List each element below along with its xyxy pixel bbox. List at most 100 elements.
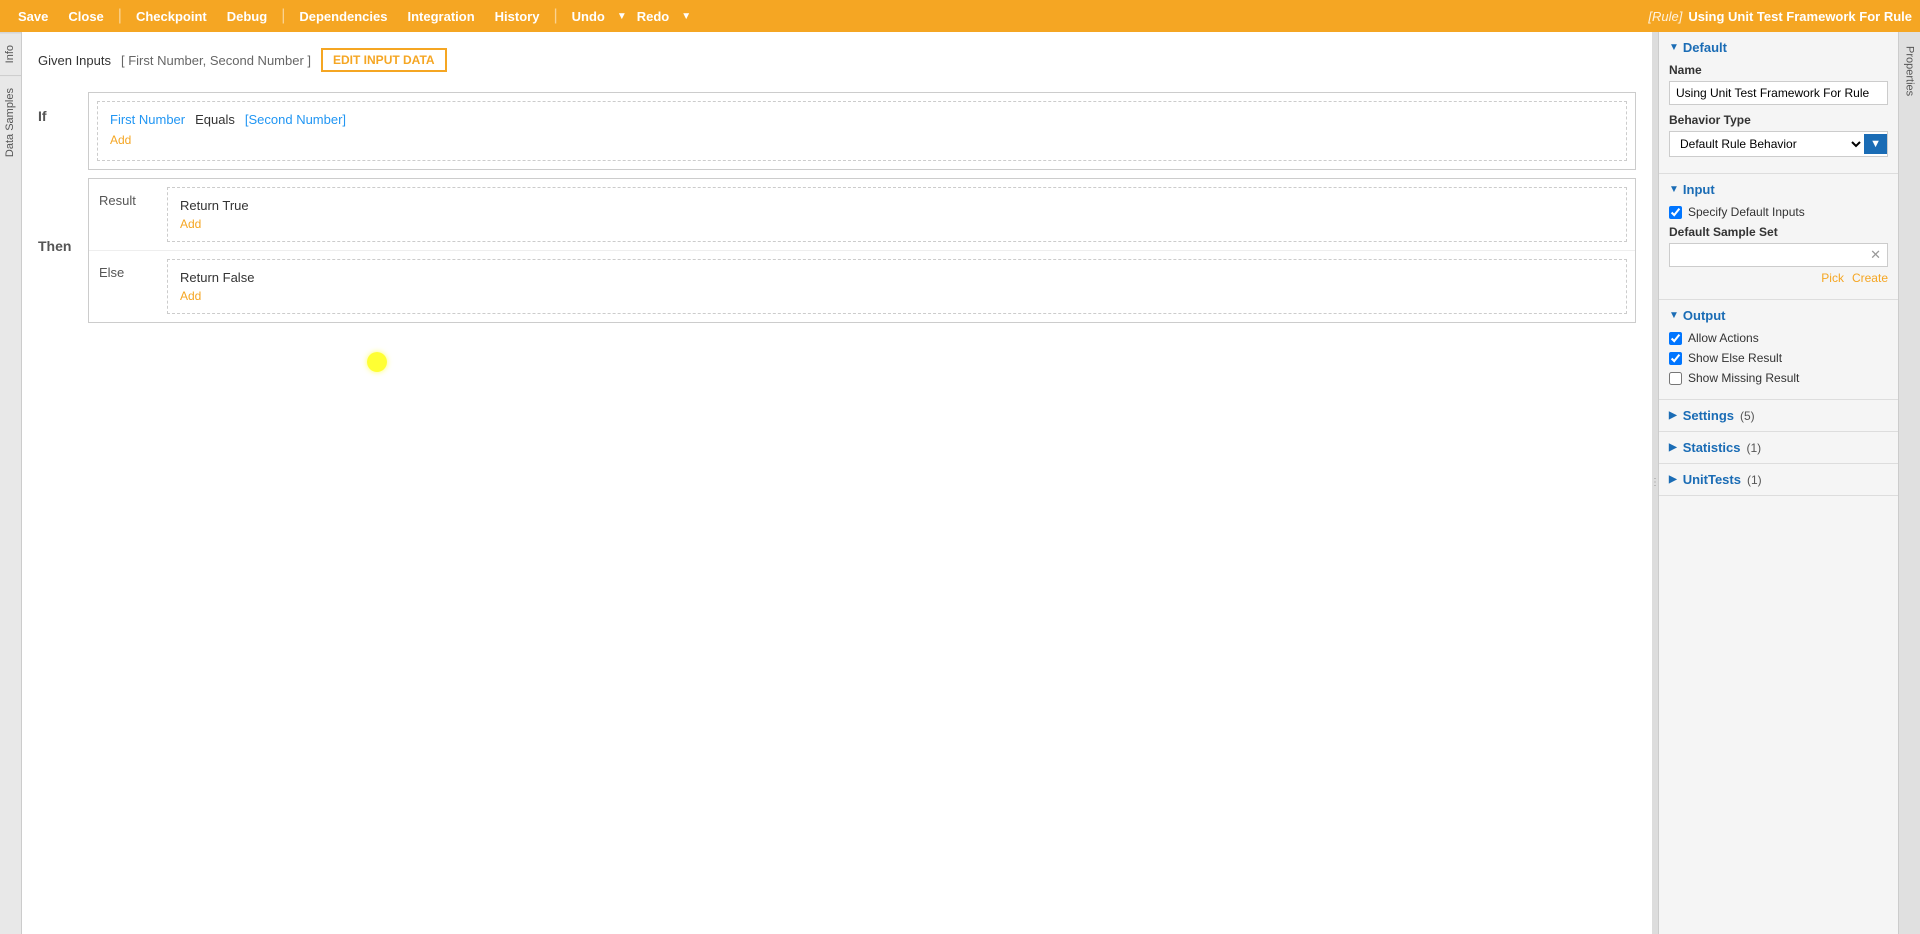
allow-actions-label: Allow Actions (1688, 331, 1759, 345)
given-inputs-values: [ First Number, Second Number ] (121, 53, 311, 68)
if-box-outer: First Number Equals [Second Number] Add (88, 92, 1636, 170)
output-section-header[interactable]: ▼ Output (1669, 308, 1888, 323)
statistics-title: Statistics (1683, 440, 1741, 455)
properties-tab-right: Properties (1898, 32, 1920, 934)
show-else-result-label: Show Else Result (1688, 351, 1782, 365)
checkpoint-button[interactable]: Checkpoint (126, 5, 217, 28)
allow-actions-row: Allow Actions (1669, 331, 1888, 345)
condition-field[interactable]: First Number (110, 112, 185, 127)
show-else-result-checkbox[interactable] (1669, 352, 1682, 365)
history-button[interactable]: History (485, 5, 550, 28)
undo-dropdown[interactable]: Undo ▼ (562, 5, 627, 28)
settings-arrow: ▶ (1669, 410, 1677, 421)
separator-3: | (549, 7, 561, 25)
create-link[interactable]: Create (1852, 271, 1888, 285)
add-result-link[interactable]: Add (180, 217, 1614, 231)
unit-tests-header[interactable]: ▶ UnitTests (1) (1669, 472, 1888, 487)
toolbar-rule-info: [Rule] Using Unit Test Framework For Rul… (1648, 9, 1912, 24)
result-row: Result Return True Add (89, 179, 1635, 251)
behavior-type-select[interactable]: Default Rule Behavior (1670, 132, 1864, 156)
close-button[interactable]: Close (58, 5, 113, 28)
name-input[interactable] (1669, 81, 1888, 105)
show-missing-result-row: Show Missing Result (1669, 371, 1888, 385)
rule-tag: [Rule] (1648, 9, 1682, 24)
main-layout: Info Data Samples Given Inputs [ First N… (0, 32, 1920, 934)
settings-count: (5) (1740, 409, 1755, 423)
unit-tests-section: ▶ UnitTests (1) (1659, 464, 1898, 496)
condition-row: First Number Equals [Second Number] (110, 112, 1614, 127)
result-inner: Return True Add (167, 187, 1627, 242)
specify-default-inputs-checkbox[interactable] (1669, 206, 1682, 219)
debug-button[interactable]: Debug (217, 5, 277, 28)
properties-tab[interactable]: Properties (1900, 32, 1920, 110)
rule-name: Using Unit Test Framework For Rule (1688, 9, 1912, 24)
default-section: ▼ Default Name Behavior Type Default Rul… (1659, 32, 1898, 174)
settings-header[interactable]: ▶ Settings (5) (1669, 408, 1888, 423)
then-right-box: Result Return True Add Else Return False… (88, 178, 1636, 323)
specify-default-inputs-row: Specify Default Inputs (1669, 205, 1888, 219)
input-section-header[interactable]: ▼ Input (1669, 182, 1888, 197)
dependencies-button[interactable]: Dependencies (289, 5, 397, 28)
name-label: Name (1669, 63, 1888, 77)
pick-link[interactable]: Pick (1821, 271, 1844, 285)
given-inputs-label: Given Inputs (38, 53, 111, 68)
statistics-arrow: ▶ (1669, 442, 1677, 453)
input-title: Input (1683, 182, 1715, 197)
if-box-inner: First Number Equals [Second Number] Add (97, 101, 1627, 161)
left-side-panel: Info Data Samples (0, 32, 22, 934)
separator-2: | (277, 7, 289, 25)
else-inner: Return False Add (167, 259, 1627, 314)
default-sample-set-label: Default Sample Set (1669, 225, 1888, 239)
specify-default-inputs-label: Specify Default Inputs (1688, 205, 1805, 219)
allow-actions-checkbox[interactable] (1669, 332, 1682, 345)
show-missing-result-label: Show Missing Result (1688, 371, 1799, 385)
input-arrow: ▼ (1669, 184, 1679, 195)
output-arrow: ▼ (1669, 310, 1679, 321)
result-value: Return True (180, 198, 1614, 213)
add-condition-link[interactable]: Add (110, 133, 1614, 147)
input-section: ▼ Input Specify Default Inputs Default S… (1659, 174, 1898, 300)
data-samples-tab[interactable]: Data Samples (0, 75, 21, 169)
show-else-result-row: Show Else Result (1669, 351, 1888, 365)
output-title: Output (1683, 308, 1726, 323)
given-inputs-bar: Given Inputs [ First Number, Second Numb… (38, 44, 1636, 76)
settings-title: Settings (1683, 408, 1734, 423)
redo-button[interactable]: Redo (627, 5, 680, 28)
info-tab[interactable]: Info (0, 32, 21, 75)
output-section: ▼ Output Allow Actions Show Else Result … (1659, 300, 1898, 400)
if-label: If (38, 92, 88, 124)
default-title: Default (1683, 40, 1727, 55)
default-section-header[interactable]: ▼ Default (1669, 40, 1888, 55)
unit-tests-arrow: ▶ (1669, 474, 1677, 485)
condition-operator[interactable]: Equals (195, 112, 235, 127)
behavior-type-select-wrap: Default Rule Behavior ▼ (1669, 131, 1888, 157)
canvas-area: Given Inputs [ First Number, Second Numb… (22, 32, 1652, 934)
behavior-type-arrow[interactable]: ▼ (1864, 134, 1887, 154)
undo-arrow[interactable]: ▼ (617, 11, 627, 22)
condition-value[interactable]: [Second Number] (245, 112, 346, 127)
then-section: Then Result Return True Add Else (38, 178, 1636, 323)
add-else-link[interactable]: Add (180, 289, 1614, 303)
statistics-header[interactable]: ▶ Statistics (1) (1669, 440, 1888, 455)
settings-section: ▶ Settings (5) (1659, 400, 1898, 432)
cursor (367, 352, 387, 372)
sample-set-input[interactable] (1670, 244, 1864, 266)
unit-tests-count: (1) (1747, 473, 1762, 487)
integration-button[interactable]: Integration (398, 5, 485, 28)
unit-tests-title: UnitTests (1683, 472, 1741, 487)
undo-button[interactable]: Undo (562, 5, 615, 28)
then-label: Then (38, 178, 88, 254)
show-missing-result-checkbox[interactable] (1669, 372, 1682, 385)
rule-content: If First Number Equals [Second Number] A… (38, 92, 1636, 323)
sample-set-clear[interactable]: ✕ (1864, 245, 1887, 265)
toolbar: Save Close | Checkpoint Debug | Dependen… (0, 0, 1920, 32)
save-button[interactable]: Save (8, 5, 58, 28)
sample-set-row: ✕ (1669, 243, 1888, 267)
statistics-section: ▶ Statistics (1) (1659, 432, 1898, 464)
behavior-type-label: Behavior Type (1669, 113, 1888, 127)
edit-input-button[interactable]: EDIT INPUT DATA (321, 48, 447, 72)
pick-create-row: Pick Create (1669, 271, 1888, 285)
result-label: Result (89, 179, 159, 222)
redo-dropdown[interactable]: Redo ▼ (627, 5, 691, 28)
redo-arrow[interactable]: ▼ (681, 11, 691, 22)
